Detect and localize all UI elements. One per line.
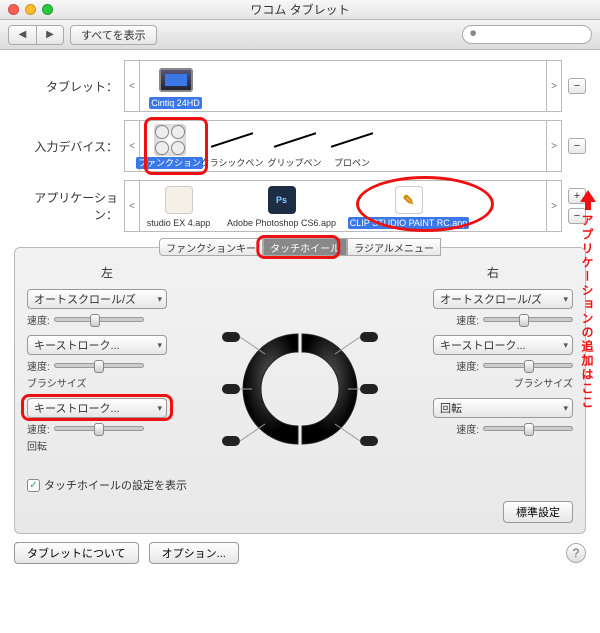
device-label: 入力デバイス： [14,138,124,155]
tablet-next-button[interactable]: > [546,60,562,112]
settings-panel: 左 オートスクロール/ズ 速度: キーストローク... 速度: ブラシサイズ キ… [14,247,586,534]
app-prev-button[interactable]: < [124,180,140,232]
app-item-clip-studio[interactable]: ✎ CLIP STUDIO PAINT RC.app [346,181,472,231]
app-icon-csp: ✎ [395,186,423,214]
left-func3-dropdown[interactable]: キーストローク... [27,398,167,418]
function-icon [154,124,186,156]
about-tablet-button[interactable]: タブレットについて [14,542,139,564]
search-input[interactable] [462,25,592,44]
window-titlebar: ワコム タブレット [0,0,600,20]
left-func3-slider[interactable] [54,426,144,431]
speed-label: 速度: [27,421,50,436]
speed-label: 速度: [456,358,479,373]
tablet-remove-button[interactable]: − [568,78,586,94]
tablet-prev-button[interactable]: < [124,60,140,112]
tablet-item-cintiq[interactable]: Cintiq 24HD [140,61,212,111]
app-label: アプリケーション： [14,189,124,223]
device-next-button[interactable]: > [546,120,562,172]
left-func3-sub: 回転 [27,438,187,453]
tablet-label: タブレット： [14,78,124,95]
device-item-function[interactable]: ファンクション [140,121,200,171]
pen-icon [270,123,320,157]
app-icon-ps: Ps [268,186,296,214]
search-icon [469,29,480,40]
device-item-classic-pen[interactable]: クラシックペン [200,121,265,171]
app-icon-ex [165,186,193,214]
device-section: 入力デバイス： < ファンクション クラシックペン グリップペン プロペン > … [14,120,586,172]
tablet-icon [159,68,193,92]
right-title: 右 [413,264,573,281]
right-func1-slider[interactable] [483,317,573,322]
right-func2-sub: ブラシサイズ [514,375,574,390]
device-remove-button[interactable]: − [568,138,586,154]
tab-touch-wheel[interactable]: タッチホイール [263,238,347,256]
window-title: ワコム タブレット [0,1,600,18]
right-func2-dropdown[interactable]: キーストローク... [433,335,573,355]
right-side: 右 オートスクロール/ズ 速度: キーストローク... 速度: ブラシサイズ 回… [413,264,573,461]
left-func2-slider[interactable] [54,363,144,368]
options-button[interactable]: オプション... [149,542,239,564]
app-next-button[interactable]: > [546,180,562,232]
speed-label: 速度: [27,358,50,373]
show-all-button[interactable]: すべてを表示 [70,25,157,45]
right-func3-slider[interactable] [483,426,573,431]
toolbar: ◀ ▶ すべてを表示 [0,20,600,50]
tabs: ファンクションキー タッチホイール ラジアルメニュー [14,238,586,256]
tablet-section: タブレット： < Cintiq 24HD > − [14,60,586,112]
forward-button[interactable]: ▶ [36,25,64,45]
device-item-grip-pen[interactable]: グリップペン [265,121,325,171]
show-settings-checkbox[interactable]: ✓ [27,479,40,492]
right-func1-dropdown[interactable]: オートスクロール/ズ [433,289,573,309]
tab-function-keys[interactable]: ファンクションキー [159,238,263,256]
device-item-pro-pen[interactable]: プロペン [325,121,380,171]
speed-label: 速度: [456,312,479,327]
annotation-arrow: アプリケーションの追加はここ [579,190,596,410]
right-func3-dropdown[interactable]: 回転 [433,398,573,418]
show-settings-checkbox-row: ✓ タッチホイールの設定を表示 [27,477,573,493]
app-section: アプリケーション： < studio EX 4.app Ps Adobe Pho… [14,180,586,232]
app-item-photoshop[interactable]: Ps Adobe Photoshop CS6.app [218,181,346,231]
pen-icon [327,123,377,157]
left-func1-dropdown[interactable]: オートスクロール/ズ [27,289,167,309]
tab-radial-menu[interactable]: ラジアルメニュー [347,238,441,256]
touch-wheel-graphic [210,314,390,474]
left-title: 左 [27,264,187,281]
app-item-studio-ex[interactable]: studio EX 4.app [140,181,218,231]
help-button[interactable]: ? [566,543,586,563]
default-settings-button[interactable]: 標準設定 [503,501,573,523]
checkbox-label: タッチホイールの設定を表示 [44,477,187,493]
speed-label: 速度: [27,312,50,327]
left-func2-sub: ブラシサイズ [27,375,187,390]
left-side: 左 オートスクロール/ズ 速度: キーストローク... 速度: ブラシサイズ キ… [27,264,187,461]
left-func1-slider[interactable] [54,317,144,322]
back-button[interactable]: ◀ [8,25,36,45]
pen-icon [207,123,257,157]
left-func2-dropdown[interactable]: キーストローク... [27,335,167,355]
right-func2-slider[interactable] [483,363,573,368]
speed-label: 速度: [456,421,479,436]
